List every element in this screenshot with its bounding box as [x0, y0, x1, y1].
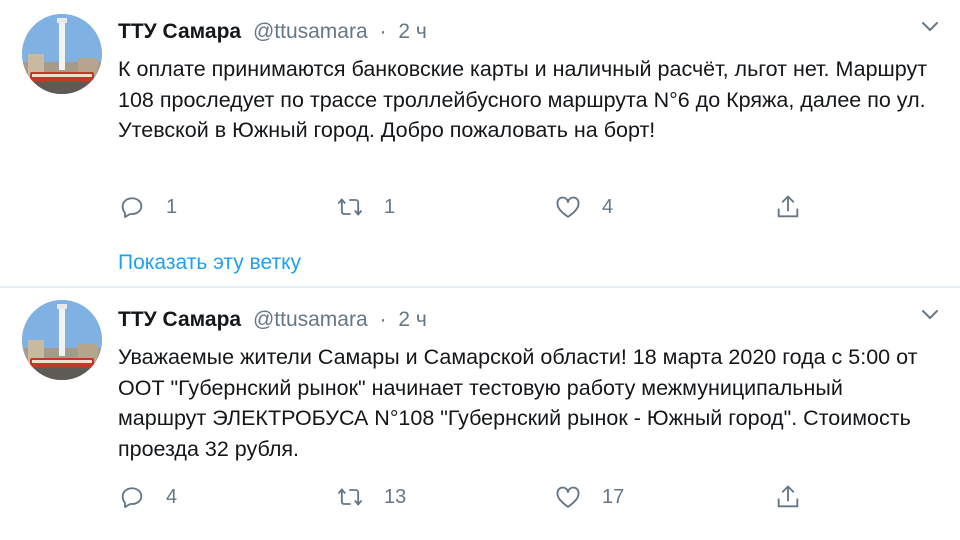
like-count: 17	[602, 485, 625, 508]
avatar[interactable]	[22, 300, 102, 380]
avatar[interactable]	[22, 14, 102, 94]
heart-icon	[556, 486, 580, 508]
retweet-button[interactable]: 1	[336, 192, 395, 222]
chevron-down-icon[interactable]	[920, 304, 940, 324]
reply-icon	[121, 487, 143, 508]
author-name[interactable]: ТТУ Самара	[118, 308, 241, 331]
tweet-text: Уважаемые жители Самары и Самарской обла…	[118, 345, 918, 461]
reply-count: 1	[166, 195, 178, 218]
heart-icon	[556, 196, 580, 218]
like-button[interactable]: 4	[554, 192, 613, 222]
chevron-down-icon[interactable]	[920, 16, 940, 36]
timestamp[interactable]: 2 ч	[398, 308, 426, 331]
tweet[interactable]: ТТУ Самара @ttusamara · 2 ч К оплате при…	[0, 0, 960, 287]
retweet-icon	[337, 198, 363, 216]
reply-button[interactable]: 1	[118, 192, 177, 222]
share-icon	[777, 195, 799, 218]
retweet-button[interactable]: 13	[336, 482, 406, 512]
avatar-image	[22, 14, 102, 94]
reply-icon	[121, 197, 143, 218]
tweet-header: ТТУ Самара @ttusamara · 2 ч	[118, 306, 427, 334]
like-count: 4	[602, 195, 614, 218]
author-handle[interactable]: @ttusamara	[253, 20, 368, 43]
author-name[interactable]: ТТУ Самара	[118, 20, 241, 43]
tweet-header: ТТУ Самара @ttusamara · 2 ч	[118, 18, 427, 46]
tweet[interactable]: ТТУ Самара @ttusamara · 2 ч Уважаемые жи…	[0, 288, 960, 540]
separator: ·	[379, 20, 387, 43]
avatar-image	[22, 300, 102, 380]
timestamp[interactable]: 2 ч	[398, 20, 426, 43]
tweet-actions: 1 1 4	[118, 192, 818, 222]
share-button[interactable]	[774, 192, 802, 222]
like-button[interactable]: 17	[554, 482, 624, 512]
retweet-icon	[337, 488, 363, 506]
reply-count: 4	[166, 485, 178, 508]
retweet-count: 1	[384, 195, 396, 218]
tweet-actions: 4 13 17	[118, 482, 818, 512]
share-icon	[777, 485, 799, 508]
retweet-count: 13	[384, 485, 407, 508]
share-button[interactable]	[774, 482, 802, 512]
separator: ·	[379, 308, 387, 331]
reply-button[interactable]: 4	[118, 482, 177, 512]
author-handle[interactable]: @ttusamara	[253, 308, 368, 331]
tweet-text: К оплате принимаются банковские карты и …	[118, 57, 928, 142]
show-thread-link[interactable]: Показать эту ветку	[118, 248, 301, 278]
